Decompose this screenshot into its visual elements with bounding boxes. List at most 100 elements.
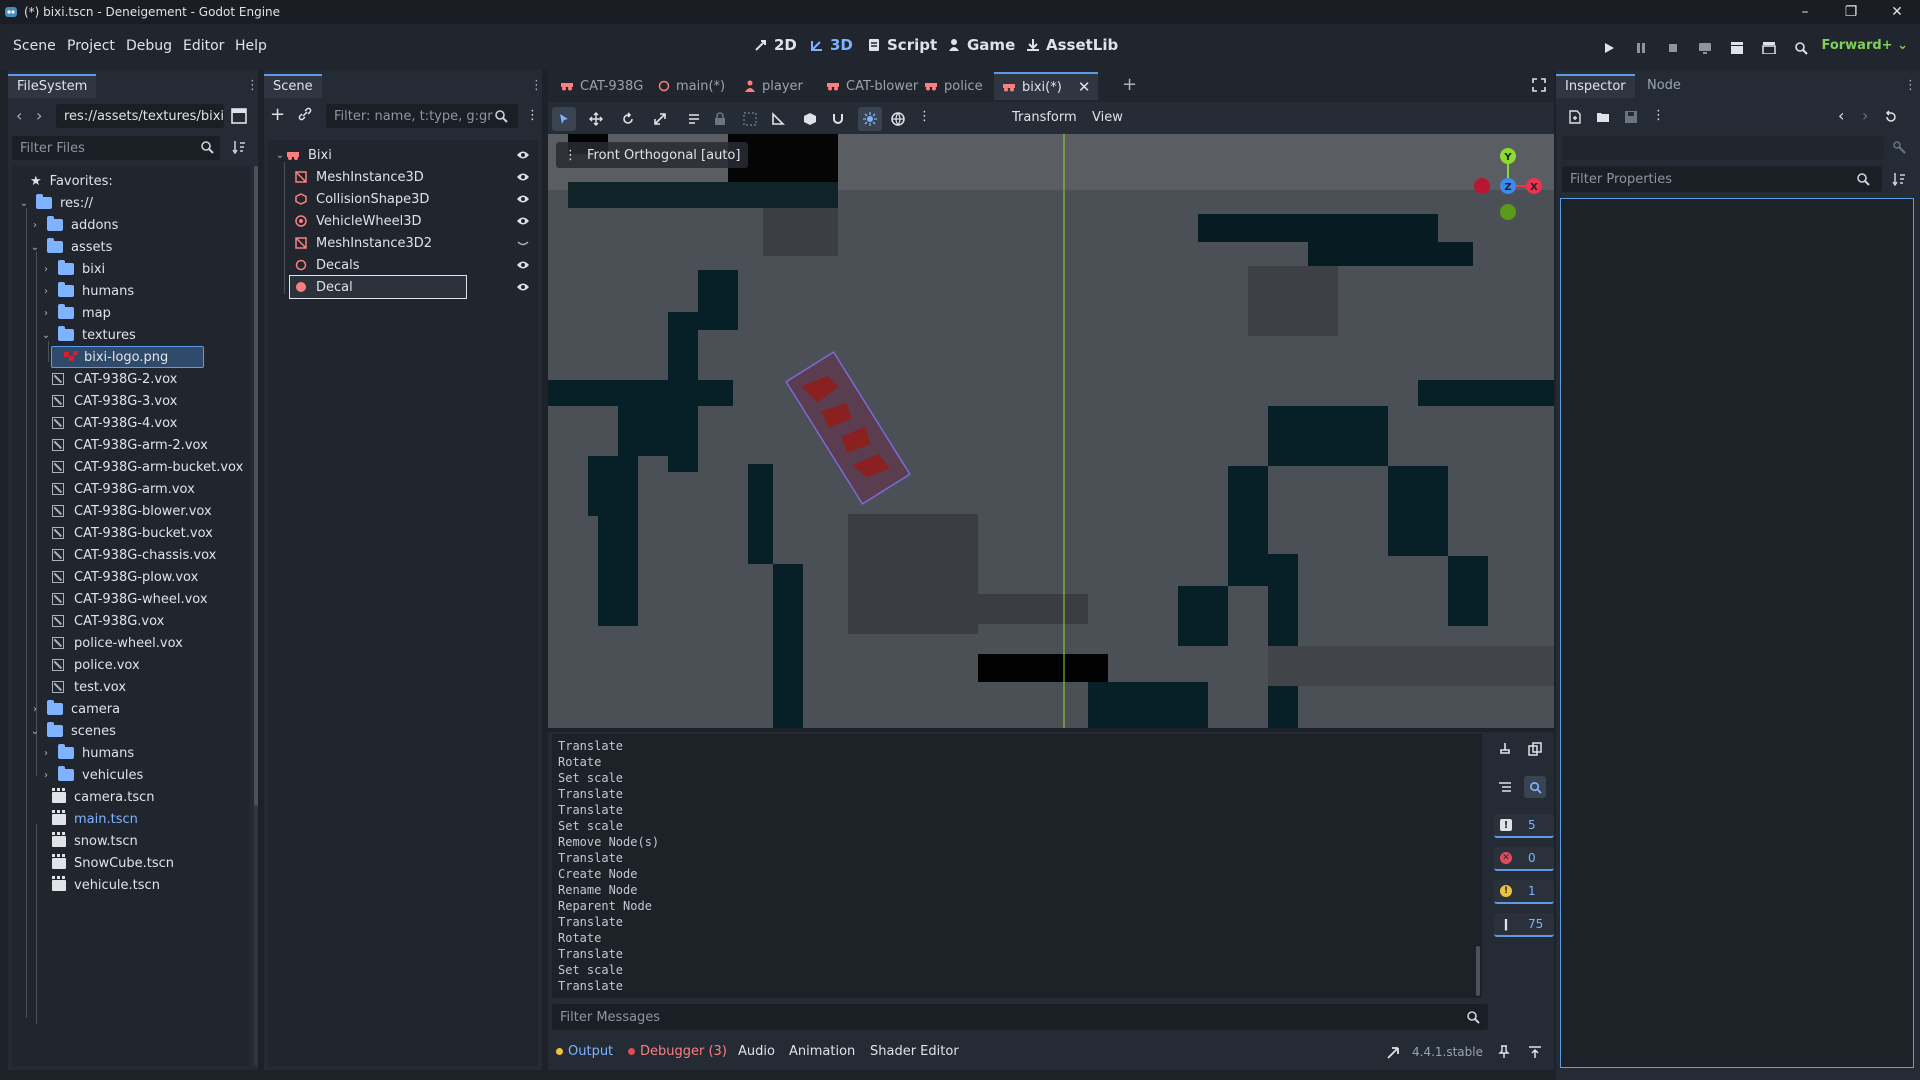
file-tree-file[interactable]: CAT-938G-plow.vox	[40, 566, 198, 588]
file-tree-folder[interactable]: › camera	[29, 698, 120, 720]
group-button[interactable]	[738, 107, 762, 131]
tab-audio[interactable]: Audio	[738, 1044, 775, 1059]
file-tree-file[interactable]: CAT-938G-2.vox	[40, 368, 177, 390]
file-tree-file[interactable]: CAT-938G-bucket.vox	[40, 522, 213, 544]
tab-filesystem[interactable]: FileSystem	[8, 74, 97, 98]
file-tree-folder[interactable]: ⌄ assets	[29, 236, 112, 258]
dock-menu-icon[interactable]: ⋮	[246, 78, 259, 93]
path-field[interactable]: res://assets/textures/bixi	[56, 104, 224, 128]
errors-filter-button[interactable]: ✕ 0	[1494, 847, 1554, 871]
eye-visible-icon[interactable]	[516, 215, 530, 227]
select-tool-button[interactable]	[552, 107, 576, 131]
scene-tab[interactable]: CAT-938G	[552, 72, 651, 100]
history-icon[interactable]	[1884, 110, 1898, 124]
move-tool-button[interactable]	[584, 107, 608, 131]
filter-properties-input[interactable]: Filter Properties	[1562, 166, 1882, 192]
minimize-button[interactable]: –	[1782, 0, 1828, 24]
file-tree-file[interactable]: police-wheel.vox	[40, 632, 183, 654]
play-custom-scene-button[interactable]	[1758, 38, 1780, 58]
messages-filter-button[interactable]: ! 5	[1494, 814, 1554, 838]
scene-tab[interactable]: bixi(*) ✕	[994, 72, 1099, 100]
chevron-right-icon[interactable]: ›	[29, 704, 41, 715]
open-folder-icon[interactable]	[1596, 110, 1610, 124]
menu-debug[interactable]: Debug	[126, 38, 172, 54]
chevron-down-icon[interactable]: ⌄	[29, 242, 41, 253]
chevron-down-icon[interactable]: ⌄	[29, 726, 41, 737]
scene-node-row[interactable]: MeshInstance3D	[290, 166, 538, 188]
scene-tab[interactable]: police	[916, 72, 991, 100]
transform-menu[interactable]: Transform	[1012, 110, 1077, 125]
scene-node-row[interactable]: MeshInstance3D2	[290, 232, 538, 254]
link-icon[interactable]	[298, 107, 312, 121]
scene-node-row[interactable]: VehicleWheel3D	[290, 210, 538, 232]
menu-help[interactable]: Help	[235, 38, 267, 54]
file-tree-folder[interactable]: › addons	[29, 214, 118, 236]
chevron-down-icon[interactable]: ⌄	[40, 330, 52, 341]
scene-tab[interactable]: main(*)	[650, 72, 733, 100]
file-tree-file[interactable]: CAT-938G-chassis.vox	[40, 544, 216, 566]
scene-node-row[interactable]: ⌄ Bixi	[274, 144, 538, 166]
sun-preview-button[interactable]	[858, 107, 882, 131]
chevron-right-icon[interactable]: ›	[40, 308, 52, 319]
file-tree-file[interactable]: police.vox	[40, 654, 140, 676]
file-tree-file[interactable]: camera.tscn	[40, 786, 154, 808]
workspace-game-button[interactable]: Game	[947, 36, 1015, 54]
chevron-down-icon[interactable]: ⌄	[18, 198, 30, 209]
file-tree-file[interactable]: SnowCube.tscn	[40, 852, 174, 874]
file-tree-file[interactable]: CAT-938G-4.vox	[40, 412, 177, 434]
environment-preview-button[interactable]	[886, 107, 910, 131]
save-icon[interactable]	[1624, 110, 1638, 124]
file-tree-file[interactable]: CAT-938G.vox	[40, 610, 164, 632]
more-options-icon[interactable]: ⋮	[1652, 108, 1665, 123]
new-resource-icon[interactable]	[1568, 110, 1582, 124]
tab-shader-editor[interactable]: Shader Editor	[870, 1044, 959, 1059]
scene-node-row[interactable]: Decals	[290, 254, 538, 276]
file-tree-file[interactable]: CAT-938G-arm-bucket.vox	[40, 456, 243, 478]
copy-icon[interactable]	[1528, 742, 1542, 756]
tab-animation[interactable]: Animation	[789, 1044, 855, 1059]
file-tree-folder[interactable]: ⌄ textures	[40, 324, 136, 346]
dock-menu-icon[interactable]: ⋮	[530, 78, 543, 93]
scene-node-row[interactable]: CollisionShape3D	[290, 188, 538, 210]
eye-visible-icon[interactable]	[516, 149, 530, 161]
axis-gizmo[interactable]: Y X Z	[1468, 146, 1548, 226]
eye-visible-icon[interactable]	[516, 281, 530, 293]
local-space-button[interactable]	[798, 107, 822, 131]
expand-panel-icon[interactable]	[1528, 1045, 1542, 1059]
log-scrollbar[interactable]	[1476, 946, 1480, 996]
scale-tool-button[interactable]	[648, 107, 672, 131]
chevron-right-icon[interactable]: ›	[40, 770, 52, 781]
collapse-icon[interactable]	[1498, 780, 1512, 794]
distraction-free-icon[interactable]	[1532, 78, 1546, 92]
tab-debugger[interactable]: Debugger (3)	[628, 1044, 727, 1059]
eye-visible-icon[interactable]	[516, 259, 530, 271]
snap-button[interactable]	[826, 107, 850, 131]
menu-editor[interactable]: Editor	[183, 38, 224, 54]
add-node-icon[interactable]: +	[270, 104, 285, 125]
eye-visible-icon[interactable]	[516, 193, 530, 205]
property-options-icon[interactable]	[1892, 172, 1906, 186]
close-tab-icon[interactable]: ✕	[1078, 78, 1091, 96]
more-options-icon[interactable]: ⋮	[918, 109, 931, 124]
file-tree-file[interactable]: test.vox	[40, 676, 126, 698]
eye-visible-icon[interactable]	[516, 171, 530, 183]
renderer-selector[interactable]: Forward+ ⌄	[1821, 38, 1908, 53]
file-tree-folder[interactable]: › bixi	[40, 258, 105, 280]
pause-button[interactable]	[1630, 38, 1652, 58]
sort-icon[interactable]	[232, 140, 246, 154]
chevron-right-icon[interactable]: ›	[40, 264, 52, 275]
workspace-2d-button[interactable]: 2D	[754, 36, 797, 54]
maximize-button[interactable]: ❐	[1828, 0, 1874, 24]
tree-root[interactable]: ⌄ res://	[18, 192, 93, 214]
file-tree-file[interactable]: CAT-938G-arm.vox	[40, 478, 195, 500]
lock-button[interactable]	[708, 107, 732, 131]
file-tree-file[interactable]: snow.tscn	[40, 830, 138, 852]
file-tree-file[interactable]: vehicule.tscn	[40, 874, 160, 896]
toggle-split-icon[interactable]	[231, 108, 247, 124]
list-select-button[interactable]	[682, 107, 706, 131]
options-icon[interactable]: ⋮	[526, 108, 539, 123]
editor-messages-filter-button[interactable]: ǀ 75	[1494, 913, 1554, 937]
movie-maker-button[interactable]	[1790, 38, 1812, 58]
tab-inspector[interactable]: Inspector	[1556, 74, 1635, 98]
scene-node-row[interactable]: Decal	[289, 275, 467, 299]
